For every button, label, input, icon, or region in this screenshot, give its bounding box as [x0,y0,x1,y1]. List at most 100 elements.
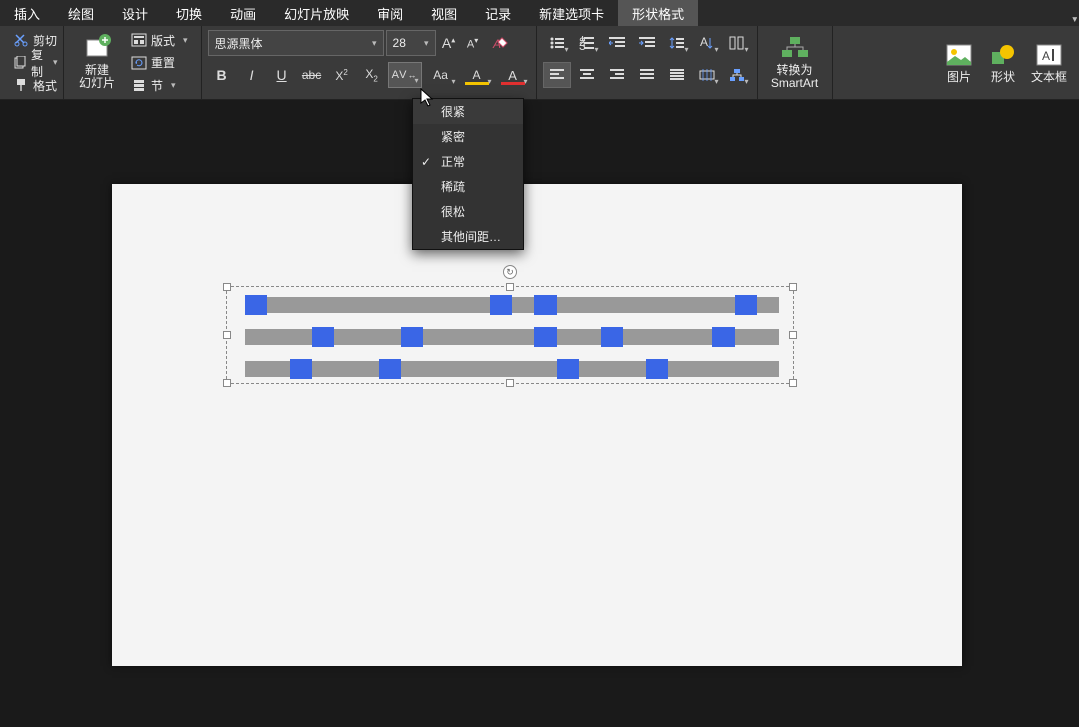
strike-button[interactable]: abc [298,62,326,88]
svg-text:A: A [700,36,708,49]
tab-shapeformat[interactable]: 形状格式 [618,0,698,26]
highlight-button[interactable]: A [460,62,494,88]
smartart-small-icon [729,68,745,82]
group-slides: 新建 幻灯片 版式 ▾ 重置 节 ▾ [64,26,202,99]
shapes-button[interactable]: 形状 ▾ [981,30,1025,94]
chevron-down-icon: ▾ [1072,14,1077,25]
textbox-button[interactable]: A 文本框 ▾ [1025,30,1073,94]
columns-button[interactable] [723,30,751,56]
resize-handle-nw[interactable] [223,283,231,291]
copy-button[interactable]: 复制 ▾ [10,53,61,73]
convert-smartart-button[interactable]: 转换为 SmartArt [764,30,826,94]
align-justify-button[interactable] [633,62,661,88]
decrease-font-button[interactable]: A▾ [462,30,484,56]
align-center-button[interactable] [573,62,601,88]
superscript-button[interactable]: X2 [328,62,356,88]
text-direction-button[interactable]: A [693,30,721,56]
tab-review[interactable]: 审阅 [363,0,417,26]
dec-indent-button[interactable] [603,30,631,56]
spacing-normal[interactable]: ✓正常 [413,149,523,174]
convert-smartart-label: 转换为 SmartArt [771,64,818,90]
tab-draw[interactable]: 绘图 [54,0,108,26]
section-button[interactable]: 节 ▾ [128,75,191,95]
clear-format-button[interactable]: A [486,30,514,56]
reset-icon [131,55,147,71]
spacing-tight[interactable]: 紧密 [413,124,523,149]
tab-view[interactable]: 视图 [417,0,471,26]
tab-newtab[interactable]: 新建选项卡 [525,0,618,26]
smartart-small-button[interactable] [723,62,751,88]
align-center-icon [580,69,594,81]
picture-label: 图片 [947,71,971,84]
bullets-icon [549,36,565,50]
bold-button[interactable]: B [208,62,236,88]
dec-indent-icon [609,36,625,50]
font-size-dropdown[interactable]: 28 ▾ [386,30,436,56]
text-direction-icon: A [699,36,715,50]
numbering-icon: 123 [579,36,595,50]
distribute-button[interactable] [663,62,691,88]
tab-slideshow[interactable]: 幻灯片放映 [270,0,363,26]
align-right-icon [610,69,624,81]
char-spacing-button[interactable]: AV↔ [388,62,422,88]
format-painter-button[interactable]: 格式 [10,75,61,95]
rotation-handle[interactable]: ↻ [503,265,517,279]
font-name-dropdown[interactable]: 思源黑体 ▾ [208,30,384,56]
align-left-button[interactable] [543,62,571,88]
spacing-very-tight[interactable]: 很紧 [413,99,523,124]
spacing-loose[interactable]: 稀疏 [413,174,523,199]
new-slide-icon [83,34,111,62]
layout-icon [131,32,147,48]
resize-handle-sw[interactable] [223,379,231,387]
line-spacing-button[interactable] [663,30,691,56]
underline-button[interactable]: U [268,62,296,88]
text-line-1 [245,293,779,313]
italic-button[interactable]: I [238,62,266,88]
font-color-button[interactable]: A [496,62,530,88]
inc-indent-button[interactable] [633,30,661,56]
layout-button[interactable]: 版式 ▾ [128,30,191,50]
align-objects-button[interactable] [693,62,721,88]
textbox-selection[interactable]: ↻ [226,286,794,384]
inc-indent-icon [639,36,655,50]
slide-canvas[interactable]: ↻ [0,100,1079,727]
distribute-icon [670,69,684,81]
font-color-icon: A [508,68,517,83]
numbering-button[interactable]: 123 [573,30,601,56]
format-label: 格式 [33,77,57,94]
reset-button[interactable]: 重置 [128,53,191,73]
resize-handle-s[interactable] [506,379,514,387]
slide[interactable]: ↻ [112,184,962,666]
picture-button[interactable]: 图片 ▾ [937,30,981,94]
tab-insert[interactable]: 插入 [0,0,54,26]
increase-font-button[interactable]: A▴ [438,30,460,56]
subscript-button[interactable]: X2 [358,62,386,88]
bullets-button[interactable] [543,30,571,56]
resize-handle-n[interactable] [506,283,514,291]
section-icon [131,77,147,93]
text-line-3 [245,357,779,377]
tab-record[interactable]: 记录 [471,0,525,26]
tab-transition[interactable]: 切换 [162,0,216,26]
eraser-icon: A [491,35,509,51]
change-case-button[interactable]: Aa [424,62,458,88]
spacing-other[interactable]: 其他间距… [413,224,523,249]
svg-text:A: A [1042,49,1050,63]
spacing-very-loose[interactable]: 很松 [413,199,523,224]
align-left-icon [550,69,564,81]
chevron-down-icon: ▾ [171,80,176,91]
new-slide-label: 新建 幻灯片 [79,64,115,90]
layout-label: 版式 [151,32,175,49]
tab-design[interactable]: 设计 [108,0,162,26]
menu-bar: 插入 绘图 设计 切换 动画 幻灯片放映 审阅 视图 记录 新建选项卡 形状格式 [0,0,1079,26]
tab-animation[interactable]: 动画 [216,0,270,26]
resize-handle-ne[interactable] [789,283,797,291]
shapes-icon [989,41,1017,69]
resize-handle-se[interactable] [789,379,797,387]
new-slide-button[interactable]: 新建 幻灯片 [70,30,124,94]
resize-handle-e[interactable] [789,331,797,339]
scissors-icon [13,32,29,48]
resize-handle-w[interactable] [223,331,231,339]
align-right-button[interactable] [603,62,631,88]
columns-icon [729,36,745,50]
